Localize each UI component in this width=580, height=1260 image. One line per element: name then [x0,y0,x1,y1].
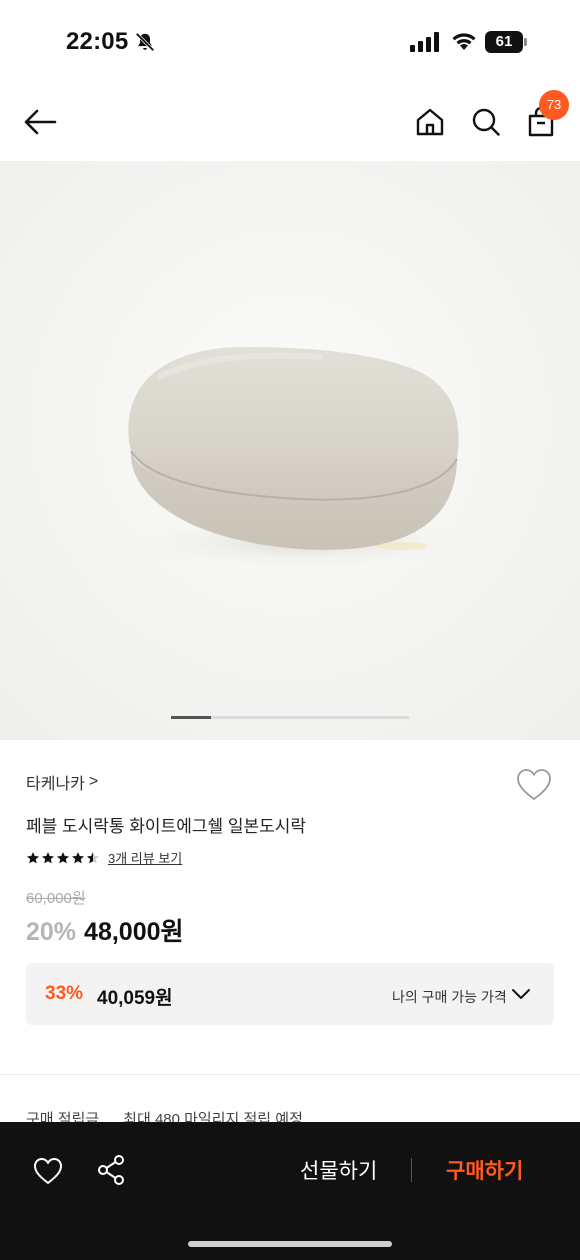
back-button[interactable] [22,104,58,140]
bar-divider [411,1158,412,1182]
signal-icon [410,32,439,52]
original-price: 60,000원 [26,890,86,907]
star-icon [42,851,54,863]
home-icon [416,108,444,136]
my-discount-rate: 33% [45,983,84,1004]
back-arrow-icon [24,109,57,135]
image-slide-indicator [171,716,409,719]
star-icon [72,851,84,863]
nav-bar: 73 [0,86,580,160]
chevron-down-icon [512,989,530,999]
star-icon [57,851,69,863]
wifi-icon [452,33,476,50]
battery-level: 61 [485,31,523,53]
my-price: 40,059원 [97,988,173,1009]
my-price-dropdown[interactable]: 33% 40,059원 나의 구매 가능 가격 [26,963,554,1025]
rating-stars [26,851,100,865]
brand-name: 타케나카 [26,776,85,793]
discount-rate: 20% [26,918,77,946]
star-half-icon [87,851,99,863]
brand-link[interactable]: 타케나카 > [26,770,98,794]
my-price-label: 나의 구매 가능 가격 [392,989,507,1005]
bottom-action-bar: 선물하기 구매하기 [0,1122,580,1260]
share-button[interactable] [96,1154,126,1186]
product-photo [0,161,580,740]
section-divider [0,1074,580,1075]
search-button[interactable] [468,104,504,140]
price-row: 20% 48,000원 [26,912,184,948]
home-indicator[interactable] [188,1241,392,1247]
sale-price: 48,000원 [84,918,184,946]
share-icon [98,1155,124,1185]
battery-icon: 61 [485,31,527,53]
chevron-right-icon: > [88,773,99,790]
heart-outline-icon [34,1158,62,1184]
home-button[interactable] [412,104,448,140]
search-icon [472,108,500,136]
product-name: 페블 도시락통 화이트에그쉘 일본도시락 [26,817,307,836]
review-link[interactable]: 3개 리뷰 보기 [108,848,182,867]
status-time: 22:05 [66,28,129,55]
rating-row: 3개 리뷰 보기 [26,848,182,867]
wishlist-button[interactable] [515,767,553,803]
buy-button[interactable]: 구매하기 [446,1155,523,1185]
gift-button[interactable]: 선물하기 [300,1155,377,1185]
status-bar: 22:05 61 [0,0,580,86]
image-slide-indicator-active [171,716,212,719]
like-button[interactable] [32,1156,64,1186]
bell-off-icon [135,32,155,52]
cart-count-badge: 73 [539,90,569,120]
product-image[interactable] [0,161,580,740]
heart-outline-icon [517,769,551,800]
star-icon [27,851,39,863]
